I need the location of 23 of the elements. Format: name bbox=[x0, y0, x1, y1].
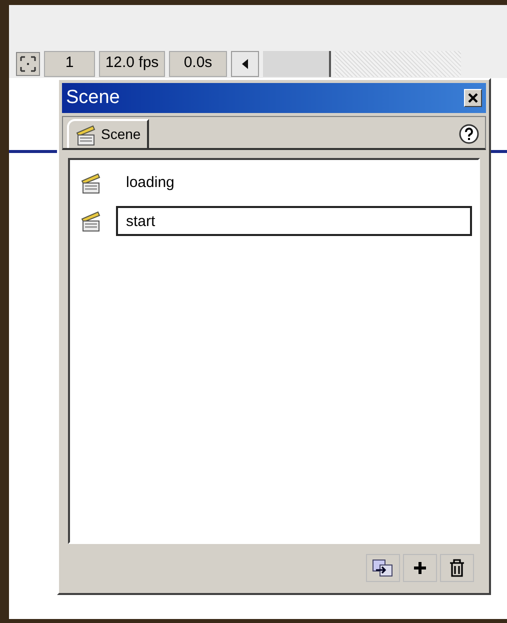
panel-title: Scene bbox=[66, 86, 120, 110]
scene-name-field[interactable]: start bbox=[116, 206, 472, 236]
trash-icon bbox=[449, 559, 465, 577]
plus-icon bbox=[413, 561, 427, 575]
close-button[interactable] bbox=[464, 89, 482, 107]
elapsed-time: 0.0s bbox=[169, 50, 227, 76]
center-frame-icon[interactable] bbox=[16, 52, 40, 76]
frame-rate: 12.0 fps bbox=[99, 50, 165, 76]
clapperboard-icon bbox=[75, 124, 97, 146]
duplicate-scene-button[interactable] bbox=[366, 554, 400, 582]
left-arrow-icon bbox=[241, 58, 249, 68]
help-icon[interactable] bbox=[459, 124, 479, 144]
clapperboard-icon bbox=[80, 172, 102, 194]
scene-item[interactable]: loading bbox=[116, 172, 174, 194]
scene-tab[interactable]: Scene bbox=[67, 119, 149, 148]
scroll-left-button[interactable] bbox=[231, 50, 259, 76]
frame-number: 1 bbox=[44, 50, 95, 76]
scrollbar-thumb[interactable] bbox=[263, 50, 331, 76]
add-scene-button[interactable] bbox=[403, 554, 437, 582]
close-icon bbox=[468, 93, 478, 103]
duplicate-icon bbox=[372, 559, 394, 577]
delete-scene-button[interactable] bbox=[440, 554, 474, 582]
clapperboard-icon bbox=[80, 210, 102, 232]
